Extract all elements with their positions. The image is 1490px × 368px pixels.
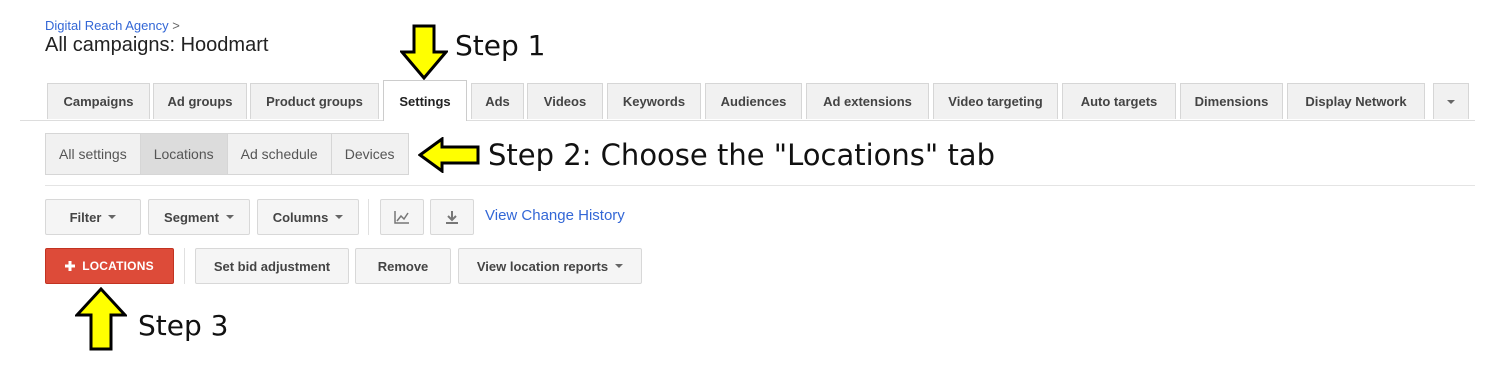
- tab-audiences[interactable]: Audiences: [705, 83, 802, 119]
- step3-annotation: Step 3: [138, 309, 229, 342]
- step3-up-arrow-icon: [75, 287, 127, 351]
- tab-auto-targets[interactable]: Auto targets: [1062, 83, 1176, 119]
- chevron-down-icon: [108, 215, 117, 219]
- settings-subtab-bar: All settings Locations Ad schedule Devic…: [45, 133, 409, 175]
- view-change-history-link[interactable]: View Change History: [485, 207, 625, 224]
- tab-ad-extensions[interactable]: Ad extensions: [806, 83, 929, 119]
- subtab-ad-schedule[interactable]: Ad schedule: [228, 134, 332, 174]
- step2-left-arrow-icon: [418, 137, 480, 173]
- section-divider: [45, 185, 1475, 186]
- toolbar-separator: [368, 199, 369, 235]
- tab-campaigns[interactable]: Campaigns: [47, 83, 150, 119]
- tab-video-targeting[interactable]: Video targeting: [933, 83, 1058, 119]
- chart-line-icon: [394, 211, 409, 224]
- chevron-down-icon: [615, 264, 624, 268]
- segment-button[interactable]: Segment: [148, 199, 250, 235]
- chevron-down-icon: [225, 215, 234, 219]
- add-locations-label: LOCATIONS: [82, 259, 154, 273]
- chart-toggle-button[interactable]: [380, 199, 424, 235]
- filter-button[interactable]: Filter: [45, 199, 141, 235]
- chevron-down-icon: [335, 215, 344, 219]
- step2-annotation: Step 2: Choose the "Locations" tab: [488, 138, 995, 172]
- columns-label: Columns: [272, 209, 329, 225]
- tab-display-network[interactable]: Display Network: [1287, 83, 1425, 119]
- page-title: All campaigns: Hoodmart: [45, 34, 269, 56]
- action-separator: [184, 248, 185, 284]
- breadcrumb-separator: >: [172, 18, 180, 33]
- breadcrumb: Digital Reach Agency >: [45, 18, 180, 33]
- view-location-reports-label: View location reports: [476, 258, 609, 274]
- set-bid-adjustment-button[interactable]: Set bid adjustment: [195, 248, 349, 284]
- filter-label: Filter: [69, 209, 102, 225]
- remove-button[interactable]: Remove: [355, 248, 451, 284]
- tab-videos[interactable]: Videos: [527, 83, 603, 119]
- tab-ad-groups[interactable]: Ad groups: [153, 83, 247, 119]
- remove-label: Remove: [377, 258, 429, 274]
- chevron-down-icon: [1447, 99, 1455, 104]
- subtab-devices[interactable]: Devices: [332, 134, 408, 174]
- tab-keywords[interactable]: Keywords: [607, 83, 701, 119]
- breadcrumb-parent-link[interactable]: Digital Reach Agency: [45, 18, 169, 33]
- step1-down-arrow-icon: [400, 24, 448, 80]
- tab-ads[interactable]: Ads: [471, 83, 524, 119]
- download-icon: [446, 211, 458, 224]
- columns-button[interactable]: Columns: [257, 199, 359, 235]
- download-button[interactable]: [430, 199, 474, 235]
- subtab-locations[interactable]: Locations: [140, 134, 228, 174]
- set-bid-adjustment-label: Set bid adjustment: [213, 258, 331, 274]
- main-tab-bar: Campaigns Ad groups Product groups Setti…: [20, 80, 1475, 121]
- tab-dimensions[interactable]: Dimensions: [1180, 83, 1283, 119]
- tab-settings[interactable]: Settings: [383, 80, 467, 121]
- view-location-reports-button[interactable]: View location reports: [458, 248, 642, 284]
- step1-annotation: Step 1: [455, 29, 546, 62]
- more-tabs-button[interactable]: [1433, 83, 1469, 119]
- subtab-all-settings[interactable]: All settings: [46, 134, 141, 174]
- tab-product-groups[interactable]: Product groups: [250, 83, 379, 119]
- segment-label: Segment: [164, 209, 219, 225]
- plus-icon: [65, 261, 76, 271]
- add-locations-button[interactable]: LOCATIONS: [45, 248, 174, 284]
